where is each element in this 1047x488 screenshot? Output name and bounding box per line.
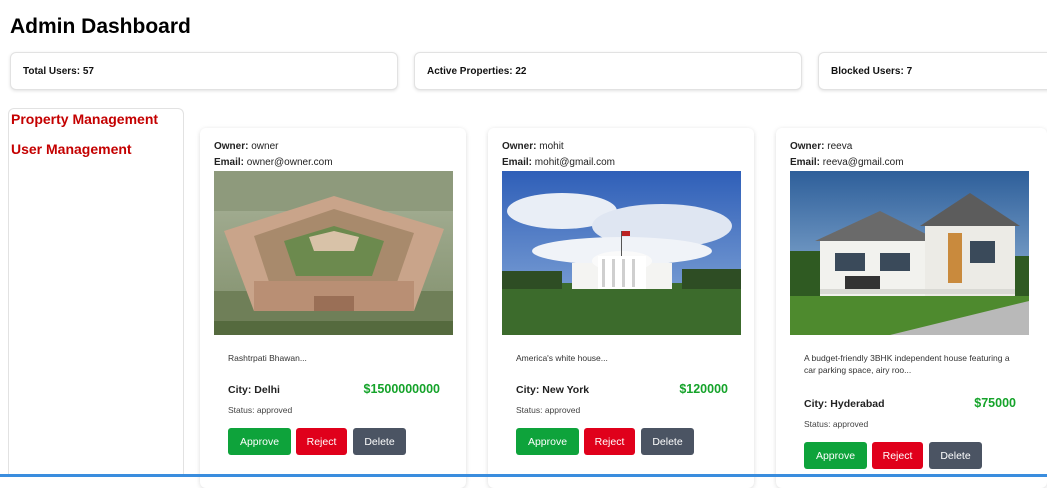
city-name: New York [542, 384, 590, 396]
city-name: Delhi [254, 384, 280, 396]
property-card: Owner: reeva Email: reeva@gmail.com A bu… [776, 128, 1047, 488]
property-city: City: New York [516, 384, 589, 396]
stat-active-properties: Active Properties: 22 [414, 52, 802, 90]
property-price: $1500000000 [363, 382, 440, 396]
property-description: America's white house... [516, 353, 608, 363]
owner-label: Owner: [790, 141, 825, 152]
owner-email: owner@owner.com [246, 157, 333, 168]
owner-name: mohit [539, 141, 564, 152]
approve-button[interactable]: Approve [804, 442, 867, 469]
property-image [502, 171, 741, 335]
stat-total-users: Total Users: 57 [10, 52, 398, 90]
sidebar-item-user-management[interactable]: User Management [11, 141, 132, 157]
page-title: Admin Dashboard [10, 15, 191, 38]
property-description: Rashtrpati Bhawan... [228, 353, 307, 363]
sidebar: Property Management User Management [8, 108, 184, 477]
approve-button[interactable]: Approve [228, 428, 291, 455]
property-status: Status: approved [804, 419, 869, 429]
owner-label: Owner: [502, 141, 537, 152]
owner-line: Owner: mohit [502, 141, 564, 152]
property-city: City: Hyderabad [804, 398, 885, 410]
city-label: City: [516, 384, 540, 396]
approve-button[interactable]: Approve [516, 428, 579, 455]
email-line: Email: reeva@gmail.com [790, 157, 904, 168]
owner-email: mohit@gmail.com [534, 157, 615, 168]
stat-blocked-users: Blocked Users: 7 [818, 52, 1047, 90]
property-card: Owner: mohit Email: mohit@gmail.com Amer… [488, 128, 754, 488]
email-line: Email: mohit@gmail.com [502, 157, 615, 168]
property-status: Status: approved [228, 405, 293, 415]
delete-button[interactable]: Delete [929, 442, 982, 469]
email-label: Email: [502, 157, 533, 168]
owner-name: owner [251, 141, 279, 152]
owner-email: reeva@gmail.com [822, 157, 904, 168]
email-label: Email: [214, 157, 245, 168]
city-label: City: [228, 384, 252, 396]
owner-name: reeva [827, 141, 853, 152]
owner-label: Owner: [214, 141, 249, 152]
property-image [214, 171, 453, 335]
city-name: Hyderabad [830, 398, 885, 410]
email-label: Email: [790, 157, 821, 168]
property-status: Status: approved [516, 405, 581, 415]
reject-button[interactable]: Reject [584, 428, 635, 455]
property-price: $75000 [974, 396, 1016, 410]
email-line: Email: owner@owner.com [214, 157, 333, 168]
property-description: A budget-friendly 3BHK independent house… [804, 353, 1010, 375]
property-image [790, 171, 1029, 335]
owner-line: Owner: reeva [790, 141, 852, 152]
delete-button[interactable]: Delete [641, 428, 694, 455]
delete-button[interactable]: Delete [353, 428, 406, 455]
property-price: $120000 [679, 382, 728, 396]
owner-line: Owner: owner [214, 141, 278, 152]
property-card: Owner: owner Email: owner@owner.com Rash… [200, 128, 466, 488]
city-label: City: [804, 398, 828, 410]
property-city: City: Delhi [228, 384, 280, 396]
sidebar-item-property-management[interactable]: Property Management [11, 111, 158, 127]
reject-button[interactable]: Reject [872, 442, 923, 469]
reject-button[interactable]: Reject [296, 428, 347, 455]
